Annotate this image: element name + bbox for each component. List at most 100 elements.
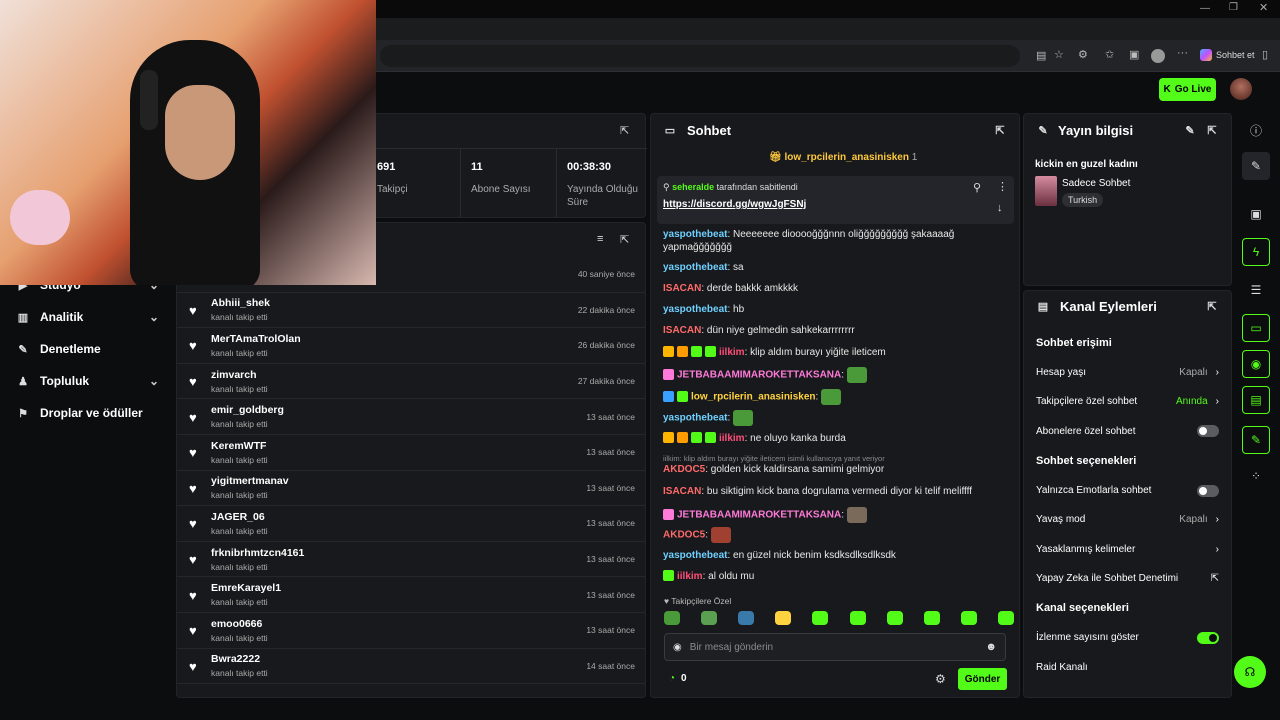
more-icon[interactable]: ··· <box>1177 47 1188 59</box>
chat-message: JETBABAAMIMAROKETTAKSANA: <box>651 367 1011 383</box>
sidebar-item-moderation[interactable]: ✎ Denetleme <box>0 333 175 365</box>
copilot-button[interactable]: Sohbet et <box>1200 49 1255 61</box>
edit-icon[interactable]: ✎ <box>1183 123 1197 137</box>
popout-icon[interactable]: ⇱ <box>1205 123 1219 137</box>
follower-name[interactable]: yigitmertmanav <box>211 475 289 487</box>
follower-name[interactable]: MerTAmaTrolOlan <box>211 333 301 345</box>
collections-icon[interactable]: ▣ <box>1129 48 1139 61</box>
popout-icon[interactable]: ⇱ <box>1205 299 1219 313</box>
follower-name[interactable]: frknibrhmtzcn4161 <box>211 547 304 559</box>
pinned-menu-icon[interactable]: ⋮ <box>997 180 1008 193</box>
raid-row[interactable]: Raid Kanalı <box>1024 652 1231 681</box>
slow-mode-row[interactable]: Yavaş mod Kapalı › <box>1024 505 1231 534</box>
sidebar-toggle-icon[interactable]: ▯ <box>1262 48 1268 61</box>
emote-icon[interactable] <box>849 611 866 625</box>
chat-username[interactable]: yaspothebeat <box>663 413 727 424</box>
emote-icon[interactable] <box>923 611 940 625</box>
popout-icon[interactable]: ⇱ <box>993 123 1007 137</box>
chat-username[interactable]: ISACAN <box>663 283 701 294</box>
collapse-pinned-icon[interactable]: ↓ <box>997 202 1003 214</box>
chat-username[interactable]: JETBABAAMIMAROKETTAKSANA <box>677 510 841 521</box>
chat-header: ▭ Sohbet ⇱ <box>651 114 1019 146</box>
emote-icon[interactable] <box>775 611 792 625</box>
sidebar-item-community[interactable]: ♟ Topluluk ⌄ <box>0 365 175 397</box>
subs-chat-toggle[interactable] <box>1197 425 1219 438</box>
sidebar-item-drops[interactable]: ⚑ Droplar ve ödüller <box>0 397 175 429</box>
follower-name[interactable]: zimvarch <box>211 369 268 381</box>
support-icon[interactable]: ☊ <box>1234 656 1266 688</box>
pin-toggle-icon[interactable]: ⚲ <box>973 181 981 194</box>
chat-settings-icon[interactable]: ⚙ <box>935 672 946 686</box>
emote-icon[interactable] <box>738 611 755 625</box>
broadcast-icon[interactable]: ◉ <box>1242 350 1270 378</box>
badge-icon <box>663 508 674 520</box>
reader-icon[interactable]: ▤ <box>1036 49 1046 62</box>
follower-name[interactable]: Bwra2222 <box>211 653 268 665</box>
wrench-icon[interactable]: ✎ <box>1242 426 1270 454</box>
category-name[interactable]: Sadece Sohbet <box>1062 178 1130 189</box>
view-count-toggle[interactable] <box>1197 631 1219 644</box>
badge-icon <box>663 390 674 402</box>
emote-icon[interactable] <box>664 611 680 625</box>
pinned-link[interactable]: https://discord.gg/wgwJgFSNj <box>663 199 806 210</box>
sidebar-item-analytics[interactable]: ▥ Analitik ⌄ <box>0 301 175 333</box>
chat-username[interactable]: iilkim <box>719 433 745 444</box>
chat-username[interactable]: yaspothebeat <box>663 229 727 240</box>
popout-icon[interactable]: ⇱ <box>620 233 629 246</box>
emote-icon[interactable] <box>701 611 718 625</box>
points-counter[interactable]: ◔ 0 <box>669 673 687 684</box>
follower-name[interactable]: KeremWTF <box>211 440 268 452</box>
chat-username[interactable]: yaspothebeat <box>663 550 727 561</box>
media-icon[interactable]: ▣ <box>1242 200 1270 228</box>
lightning-icon[interactable]: ϟ <box>1242 238 1270 266</box>
chat-icon[interactable]: ▭ <box>1242 314 1270 342</box>
avatar[interactable] <box>1230 78 1252 100</box>
follower-name[interactable]: EmreKarayel1 <box>211 582 281 594</box>
chat-username[interactable]: ISACAN <box>663 325 701 336</box>
follower-name[interactable]: emir_goldberg <box>211 404 284 416</box>
chat-input[interactable]: ◉ Bir mesaj gönderin ☻ <box>664 633 1006 661</box>
apps-icon[interactable]: ⁘ <box>1242 462 1270 490</box>
emote-icon[interactable] <box>997 611 1014 625</box>
favorites-icon[interactable]: ✩ <box>1105 48 1114 61</box>
follower-name[interactable]: emoo0666 <box>211 618 268 630</box>
channel-icon: ▤ <box>1037 300 1049 313</box>
filter-icon[interactable]: ≡ <box>597 233 603 245</box>
star-icon[interactable]: ☆ <box>1054 48 1064 61</box>
extension-icon[interactable]: ⚙ <box>1078 48 1088 61</box>
emoji-icon[interactable]: ☻ <box>985 641 997 653</box>
emote-icon[interactable] <box>886 611 903 625</box>
chat-username[interactable]: yaspothebeat <box>663 262 727 273</box>
restore-icon[interactable]: ❐ <box>1229 2 1238 13</box>
chat-username[interactable]: ISACAN <box>663 486 701 497</box>
chat-username[interactable]: JETBABAAMIMAROKETTAKSANA <box>677 370 841 381</box>
address-bar[interactable] <box>380 45 1020 67</box>
follower-name[interactable]: Abhiii_shek <box>211 297 270 309</box>
list-icon[interactable]: ☰ <box>1242 276 1270 304</box>
edit-icon[interactable]: ✎ <box>1242 152 1270 180</box>
chat-username[interactable]: AKDOC5 <box>663 530 705 541</box>
chat-username[interactable]: iilkim <box>677 571 703 582</box>
banned-words-row[interactable]: Yasaklanmış kelimeler › <box>1024 534 1231 563</box>
emote-icon[interactable] <box>960 611 977 625</box>
account-age-row[interactable]: Hesap yaşı Kapalı › <box>1024 358 1231 387</box>
ai-moderation-row[interactable]: Yapay Zeka ile Sohbet Denetimi ⇱ <box>1024 564 1231 593</box>
chat-username[interactable]: low_rpcilerin_anasinisken <box>691 392 816 403</box>
channel-icon[interactable]: ▤ <box>1242 386 1270 414</box>
info-icon[interactable]: ⓘ <box>1242 116 1270 144</box>
close-icon[interactable]: ✕ <box>1259 1 1268 14</box>
go-live-button[interactable]: K Go Live <box>1159 78 1216 101</box>
chat-username[interactable]: iilkim <box>719 347 745 358</box>
minimize-icon[interactable]: — <box>1200 3 1210 14</box>
chevron-right-icon: › <box>1215 367 1219 379</box>
follow-time: 26 dakika önce <box>577 340 635 351</box>
send-button[interactable]: Gönder <box>958 668 1007 690</box>
profile-icon[interactable] <box>1151 49 1165 63</box>
followers-chat-row[interactable]: Takipçilere özel sohbet Anında › <box>1024 387 1231 416</box>
emote-icon[interactable] <box>812 611 829 625</box>
follower-name[interactable]: JAGER_06 <box>211 511 268 523</box>
emotes-only-toggle[interactable] <box>1197 484 1219 497</box>
chat-username[interactable]: AKDOC5 <box>663 464 705 475</box>
chat-username[interactable]: yaspothebeat <box>663 304 727 315</box>
popout-icon[interactable]: ⇱ <box>620 124 629 137</box>
